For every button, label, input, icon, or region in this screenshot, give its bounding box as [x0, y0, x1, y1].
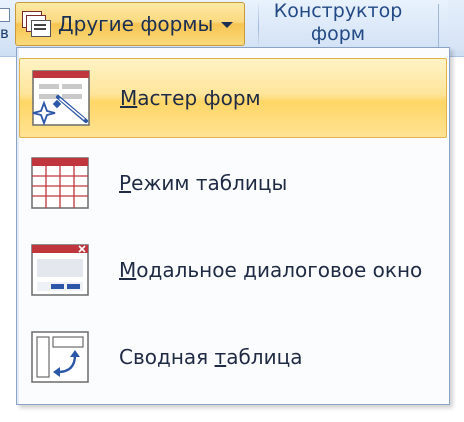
ribbon-separator: [258, 4, 259, 50]
menu-item-datasheet[interactable]: Режим таблицы: [19, 143, 447, 223]
other-forms-dropdown-menu: Мастер форм Режим таблицы Модальное диал…: [16, 47, 450, 405]
other-forms-label: Другие формы: [58, 12, 214, 36]
datasheet-icon: [31, 157, 89, 209]
ribbon-separator-right: [438, 4, 439, 50]
multiple-forms-icon: [20, 9, 54, 39]
ribbon-left-fragment-label: в: [0, 24, 9, 40]
other-forms-button[interactable]: Другие формы: [15, 2, 245, 46]
menu-item-pivot-table-label: Сводная таблица: [119, 345, 303, 369]
pivot-table-icon: [31, 331, 89, 383]
modal-dialog-icon: [31, 244, 89, 296]
form-icon: [0, 8, 10, 22]
menu-item-datasheet-label: Режим таблицы: [119, 171, 288, 195]
form-designer-label-line1: Конструктор: [273, 0, 403, 22]
form-designer-button[interactable]: Конструктор форм: [268, 0, 408, 50]
ribbon-right-fragment: [448, 0, 464, 50]
chevron-down-icon: [221, 22, 234, 28]
menu-item-modal-dialog[interactable]: Модальное диалоговое окно: [19, 230, 447, 310]
form-wizard-icon: [32, 70, 90, 126]
menu-item-form-wizard[interactable]: Мастер форм: [19, 58, 447, 138]
menu-item-modal-dialog-label: Модальное диалоговое окно: [119, 258, 423, 282]
form-designer-label-line2: форм: [310, 23, 366, 45]
menu-item-form-wizard-label: Мастер форм: [120, 86, 261, 110]
ribbon-left-fragment: в: [0, 0, 12, 40]
menu-item-pivot-table[interactable]: Сводная таблица: [19, 317, 447, 397]
